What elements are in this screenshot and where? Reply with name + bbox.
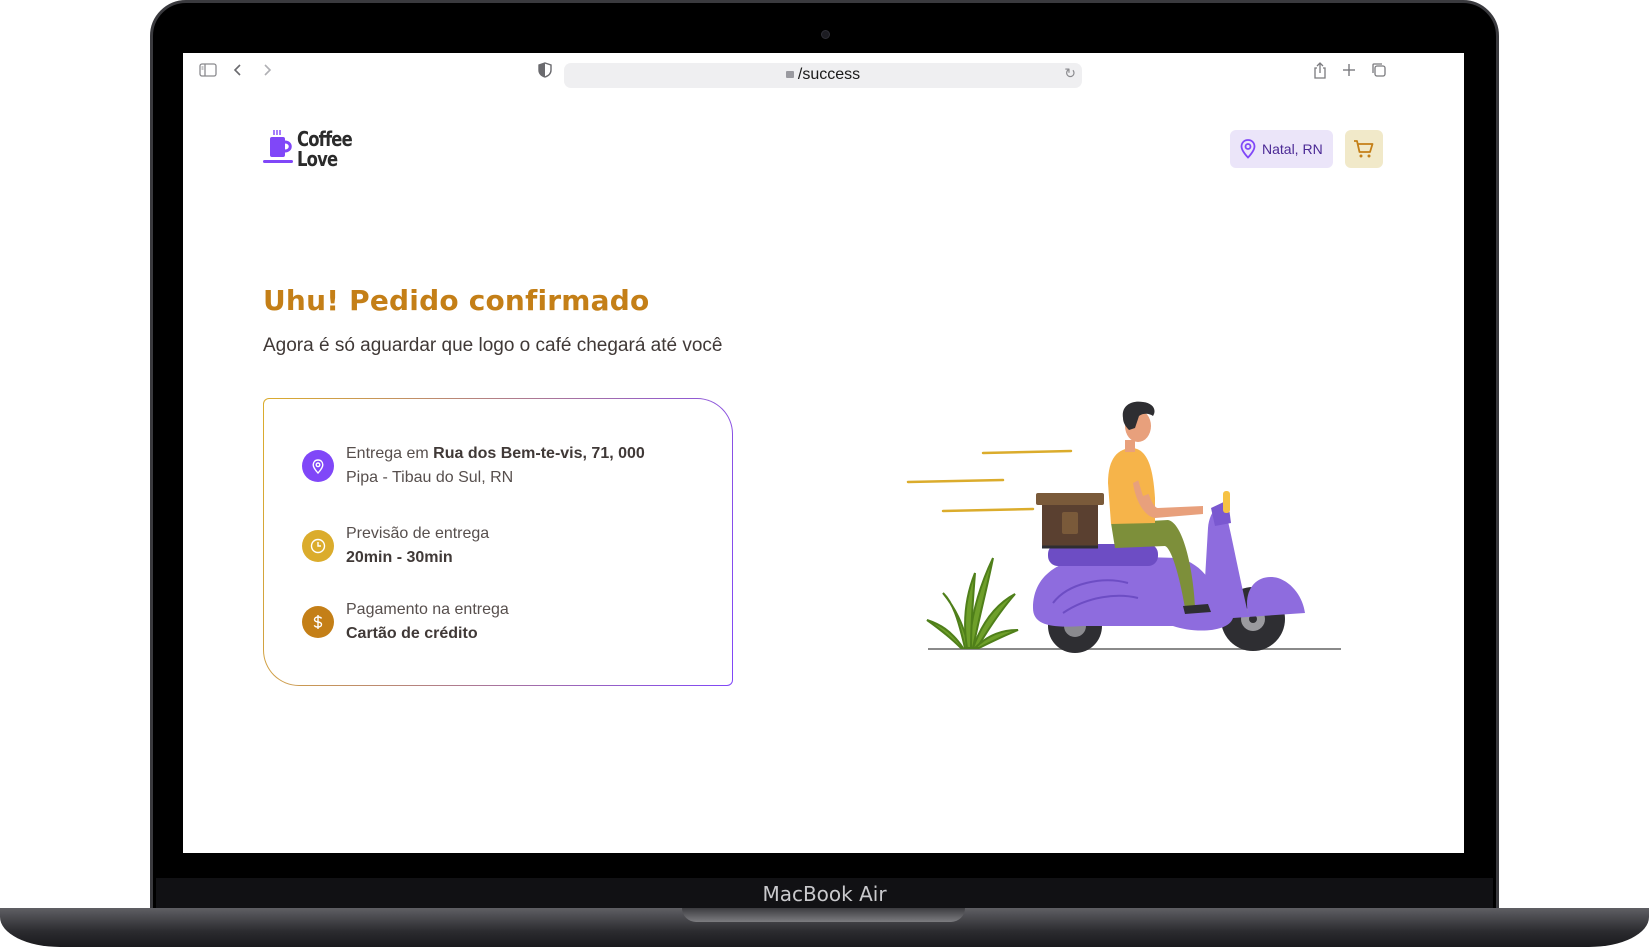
screen: /success ↻ Coffee Love Natal, RN Uhu! Pe… <box>183 53 1464 853</box>
privacy-shield-icon[interactable] <box>538 62 552 85</box>
payment-label: Pagamento na entrega <box>346 601 509 618</box>
logo-line-2: Love <box>297 147 338 171</box>
eta-label: Previsão de entrega <box>346 525 490 542</box>
location-chip[interactable]: Natal, RN <box>1230 130 1333 168</box>
logo-line-1: Coffee <box>297 127 353 151</box>
reload-icon[interactable]: ↻ <box>1064 65 1076 82</box>
camera <box>821 30 830 39</box>
address-bar[interactable]: /success ↻ <box>564 63 1082 88</box>
logo[interactable]: Coffee Love <box>263 129 353 174</box>
url-text: /success <box>797 66 861 83</box>
delivery-address: Rua dos Bem-te-vis, 71, 000 <box>433 445 645 462</box>
browser-toolbar: /success ↻ <box>183 53 1464 93</box>
cart-button[interactable] <box>1345 130 1383 168</box>
delivery-address-row: Entrega em Rua dos Bem-te-vis, 71, 000 P… <box>302 442 645 490</box>
map-pin-icon <box>1240 139 1256 159</box>
location-label: Natal, RN <box>1262 141 1323 157</box>
sidebar-icon[interactable] <box>199 62 217 84</box>
tabs-overview-icon[interactable] <box>1371 62 1387 85</box>
delivery-prefix: Entrega em <box>346 445 434 462</box>
lock-icon <box>785 71 794 78</box>
dollar-icon <box>302 606 334 638</box>
payment-value: Cartão de crédito <box>346 625 478 642</box>
delivery-scooter-illustration <box>906 401 1341 653</box>
coffee-cup-icon <box>263 130 293 163</box>
new-tab-icon[interactable] <box>1342 62 1356 84</box>
back-icon[interactable] <box>233 62 243 84</box>
share-icon[interactable] <box>1313 62 1327 86</box>
eta-value: 20min - 30min <box>346 549 453 566</box>
device-label: MacBook Air <box>762 882 887 906</box>
map-pin-icon <box>302 450 334 482</box>
clock-icon <box>302 530 334 562</box>
page-subtitle: Agora é só aguardar que logo o café cheg… <box>263 335 723 356</box>
page-title: Uhu! Pedido confirmado <box>263 284 650 317</box>
order-info-card: Entrega em Rua dos Bem-te-vis, 71, 000 P… <box>263 398 733 686</box>
delivery-eta-row: Previsão de entrega 20min - 30min <box>302 522 489 570</box>
delivery-district: Pipa - Tibau do Sul, RN <box>346 469 514 486</box>
shopping-cart-icon <box>1354 140 1374 158</box>
payment-row: Pagamento na entrega Cartão de crédito <box>302 598 509 646</box>
forward-icon[interactable] <box>262 62 272 84</box>
laptop-hinge <box>682 908 965 922</box>
